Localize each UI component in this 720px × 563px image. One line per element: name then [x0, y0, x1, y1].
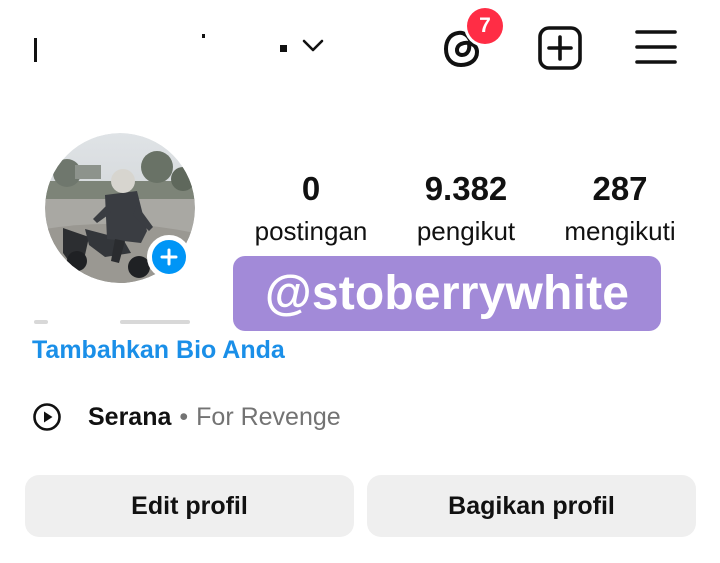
stat-following[interactable]: 287 mengikuti	[550, 168, 690, 248]
plus-icon	[160, 248, 178, 266]
add-bio-link[interactable]: Tambahkan Bio Anda	[32, 334, 285, 366]
menu-icon[interactable]	[634, 28, 678, 66]
username-switcher[interactable]	[30, 24, 340, 70]
username-sticker: @stoberrywhite	[233, 256, 661, 331]
profile-music[interactable]: Serana • For Revenge	[32, 400, 341, 434]
username-fragment	[280, 45, 287, 52]
stat-following-count: 287	[592, 170, 648, 207]
play-circle-icon	[33, 403, 61, 431]
chevron-down-icon[interactable]	[300, 35, 326, 55]
music-artist: For Revenge	[196, 402, 341, 431]
add-story-button[interactable]	[147, 235, 191, 279]
stat-followers[interactable]: 9.382 pengikut	[406, 168, 526, 248]
profile-avatar[interactable]	[45, 133, 195, 283]
edit-profile-button[interactable]: Edit profil	[25, 475, 354, 537]
stat-followers-count: 9.382	[424, 170, 508, 207]
notification-badge: 7	[467, 8, 503, 44]
stat-following-label: mengikuti	[564, 216, 676, 246]
share-profile-button[interactable]: Bagikan profil	[367, 475, 696, 537]
music-separator: •	[179, 402, 189, 431]
username-fragment	[202, 34, 205, 38]
username-fragment	[34, 38, 37, 62]
create-icon[interactable]	[537, 25, 583, 71]
profile-stats: 0 postingan 9.382 pengikut 287 mengikuti	[236, 168, 696, 258]
music-song-title: Serana	[88, 402, 172, 431]
display-name-redacted	[34, 314, 194, 328]
top-bar: 7	[0, 0, 720, 95]
stat-posts-count: 0	[301, 170, 321, 207]
stat-posts[interactable]: 0 postingan	[246, 168, 376, 248]
stat-posts-label: postingan	[254, 216, 368, 246]
stat-followers-label: pengikut	[416, 216, 516, 246]
